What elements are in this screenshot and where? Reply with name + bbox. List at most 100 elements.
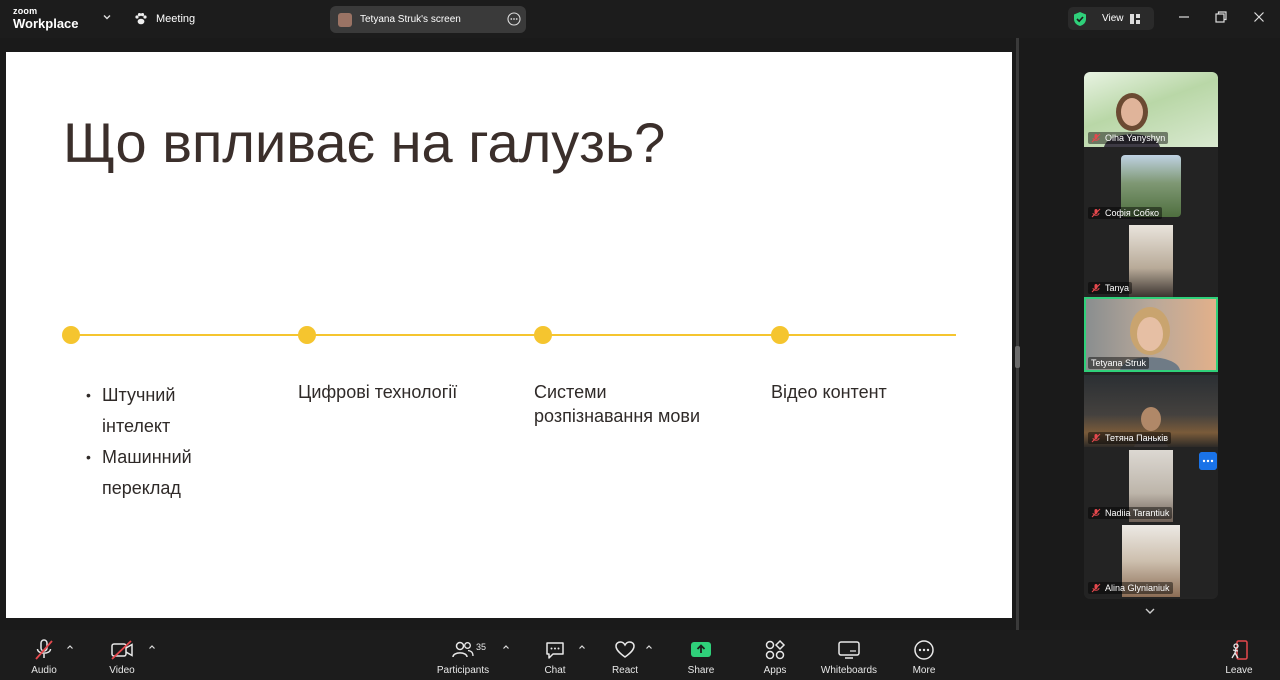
title-bar: zoom Workplace Meeting Tetyana Struk's s… [0, 0, 1280, 38]
timeline-dot [62, 326, 80, 344]
chevron-up-icon[interactable] [578, 643, 586, 651]
more-button[interactable]: More [908, 630, 940, 680]
slide-column: Системи розпізнавання мови [534, 382, 701, 426]
view-label: View [1102, 13, 1124, 24]
participant-name-tag: Tetyana Struk [1088, 357, 1150, 369]
view-layout-icon [1129, 13, 1140, 24]
mic-muted-icon [1091, 433, 1101, 443]
zoom-logo: zoom Workplace [13, 6, 79, 31]
share-indicator[interactable]: Tetyana Struk's screen [330, 6, 526, 33]
participant-name: Софія Собко [1105, 208, 1159, 218]
more-icon [914, 640, 934, 660]
whiteboard-icon [838, 641, 860, 659]
mic-muted-icon [1091, 208, 1101, 218]
more-options-icon[interactable] [507, 12, 521, 26]
share-label: Share [687, 665, 715, 676]
bullet-list: Штучний інтелект Машинний переклад [86, 380, 212, 504]
audio-label: Audio [31, 665, 57, 676]
close-icon[interactable] [1252, 10, 1266, 24]
participant-tile-active[interactable]: Tetyana Struk [1084, 297, 1218, 372]
video-label: Video [109, 665, 135, 676]
meeting-toolbar: Audio Video Participants Chat React Shar… [0, 630, 1280, 680]
participant-tile[interactable]: Olha Yanyshyn [1084, 72, 1218, 147]
participant-name-tag: Тетяна Паньків [1088, 432, 1172, 444]
participant-name: Alina Glynianiuk [1105, 583, 1170, 593]
react-label: React [611, 665, 639, 676]
participant-name: Tanya [1105, 283, 1130, 293]
slide-column: Відео контент [771, 382, 887, 402]
mic-muted-icon [1091, 583, 1101, 593]
timeline-dot [771, 326, 789, 344]
slide-column: Цифрові технології [298, 382, 458, 402]
meeting-menu[interactable]: Meeting [134, 10, 195, 28]
participant-name-tag: Tanya [1088, 282, 1133, 294]
participants-count: 35 [476, 642, 487, 652]
leave-button[interactable]: Leave [1222, 630, 1256, 680]
camera-off-icon [111, 640, 133, 660]
restore-icon[interactable] [1214, 10, 1228, 24]
participant-tile[interactable]: Tanya [1084, 222, 1218, 297]
mic-muted-icon [1091, 133, 1101, 143]
leave-label: Leave [1225, 665, 1253, 676]
participant-name: Тетяна Паньків [1105, 433, 1169, 443]
sharer-avatar [338, 12, 352, 27]
chevron-up-icon[interactable] [645, 643, 653, 651]
paw-icon [135, 13, 147, 25]
minimize-icon[interactable] [1177, 10, 1191, 24]
participant-name-tag: Olha Yanyshyn [1088, 132, 1169, 144]
logo-bottom: Workplace [13, 16, 79, 31]
timeline-dot [298, 326, 316, 344]
heart-icon [615, 641, 635, 658]
logo-top: zoom [13, 6, 38, 16]
participant-tile[interactable]: Тетяна Паньків [1084, 372, 1218, 447]
chevron-down-icon[interactable] [101, 11, 113, 23]
participants-label: Participants [436, 665, 490, 676]
shield-check-icon [1074, 11, 1086, 26]
whiteboards-button[interactable]: Whiteboards [818, 630, 880, 680]
mic-muted-icon [1091, 283, 1101, 293]
participant-name-tag: Софія Собко [1088, 207, 1162, 219]
video-button[interactable]: Video [106, 630, 138, 680]
bullet-item: Штучний інтелект [86, 380, 212, 442]
presentation-slide: Що впливає на галузь? Штучний інтелект М… [6, 52, 1012, 618]
slide-column: Штучний інтелект Машинний переклад [86, 380, 212, 504]
view-button[interactable]: View [1068, 7, 1154, 30]
leave-icon [1231, 640, 1248, 660]
chevron-down-icon[interactable] [1143, 604, 1157, 618]
bullet-item: Машинний переклад [86, 442, 212, 504]
chat-bubble-icon [546, 642, 564, 659]
apps-button[interactable]: Apps [758, 630, 792, 680]
participant-tile[interactable]: Alina Glynianiuk [1084, 522, 1218, 597]
share-label: Tetyana Struk's screen [360, 14, 461, 25]
more-label: More [912, 665, 936, 676]
resize-handle[interactable] [1015, 346, 1020, 368]
mic-muted-icon [1091, 508, 1101, 518]
participant-video [1129, 225, 1173, 297]
participant-strip: Olha Yanyshyn Софія Собко Tanya Tetyana … [1084, 72, 1218, 599]
chevron-up-icon[interactable] [66, 643, 74, 651]
participants-button[interactable]: Participants [432, 630, 494, 680]
participant-name-tag: Nadiia Tarantiuk [1088, 507, 1173, 519]
more-options-icon[interactable] [1199, 452, 1217, 470]
participant-name: Nadiia Tarantiuk [1105, 508, 1170, 518]
split-divider[interactable] [1016, 38, 1019, 630]
chat-button[interactable]: Chat [538, 630, 572, 680]
participant-name-tag: Alina Glynianiuk [1088, 582, 1173, 594]
slide-title: Що впливає на галузь? [63, 111, 666, 174]
timeline-line [70, 334, 956, 336]
apps-icon [765, 639, 786, 660]
react-button[interactable]: React [608, 630, 642, 680]
chevron-up-icon[interactable] [148, 643, 156, 651]
audio-button[interactable]: Audio [28, 630, 60, 680]
people-icon [452, 641, 474, 658]
participant-name: Olha Yanyshyn [1105, 133, 1166, 143]
chevron-up-icon[interactable] [502, 643, 510, 651]
meeting-label: Meeting [156, 13, 196, 25]
chat-label: Chat [544, 665, 566, 676]
share-screen-icon [691, 642, 711, 657]
whiteboards-label: Whiteboards [820, 665, 878, 676]
participant-tile[interactable]: Nadiia Tarantiuk [1084, 447, 1218, 522]
share-stage: Що впливає на галузь? Штучний інтелект М… [0, 38, 1018, 630]
share-button[interactable]: Share [684, 630, 718, 680]
participant-tile[interactable]: Софія Собко [1084, 147, 1218, 222]
